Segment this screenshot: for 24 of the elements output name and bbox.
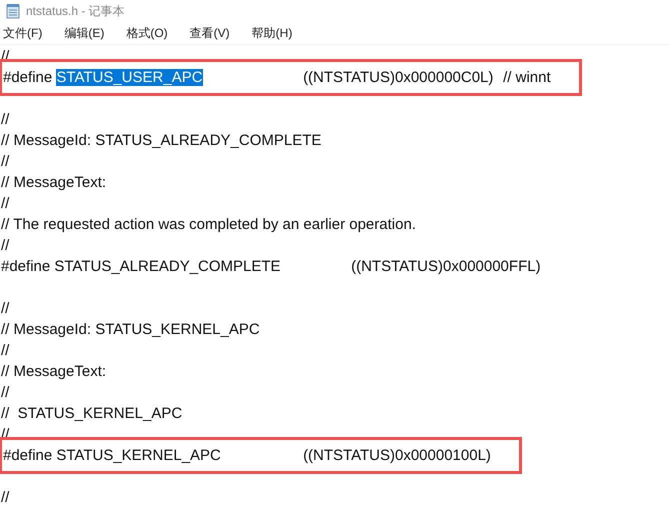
code-line: // MessageId: STATUS_ALREADY_COMPLETE bbox=[0, 131, 322, 151]
notepad-icon bbox=[6, 3, 20, 19]
code-line: #define STATUS_USER_APC ((NTSTATUS)0x000000C0L) // winnt bbox=[2, 68, 551, 88]
code-line: // bbox=[0, 152, 10, 172]
code-line: #define STATUS_KERNEL_APC ((NTSTATUS)0x00000100L) bbox=[2, 446, 491, 466]
menu-item[interactable]: 格式(O) bbox=[123, 24, 175, 42]
code-line: // bbox=[0, 383, 10, 403]
menu-item[interactable]: 文件(F) bbox=[0, 24, 50, 42]
code-line: // MessageId: STATUS_KERNEL_APC bbox=[0, 320, 260, 340]
window-title: ntstatus.h - 记事本 bbox=[26, 2, 125, 20]
code-line: // MessageText: bbox=[0, 173, 106, 193]
code-line: // bbox=[0, 110, 10, 130]
menu-item[interactable]: 编辑(E) bbox=[61, 24, 112, 42]
code-line: // bbox=[0, 194, 10, 214]
code-line: #define STATUS_ALREADY_COMPLETE ((NTSTATUS)0x000000FFL) bbox=[0, 257, 541, 277]
menu-item[interactable]: 帮助(H) bbox=[248, 24, 300, 42]
code-line: // bbox=[0, 488, 10, 507]
code-line: // MessageText: bbox=[0, 362, 106, 382]
code-line: // bbox=[0, 341, 10, 361]
code-line: // bbox=[0, 236, 10, 256]
code-line: // STATUS_KERNEL_APC bbox=[0, 404, 182, 424]
menu-item[interactable]: 查看(V) bbox=[186, 24, 237, 42]
code-line: // bbox=[0, 299, 10, 319]
code-line: // The requested action was completed by an earlier operation. bbox=[0, 215, 416, 235]
